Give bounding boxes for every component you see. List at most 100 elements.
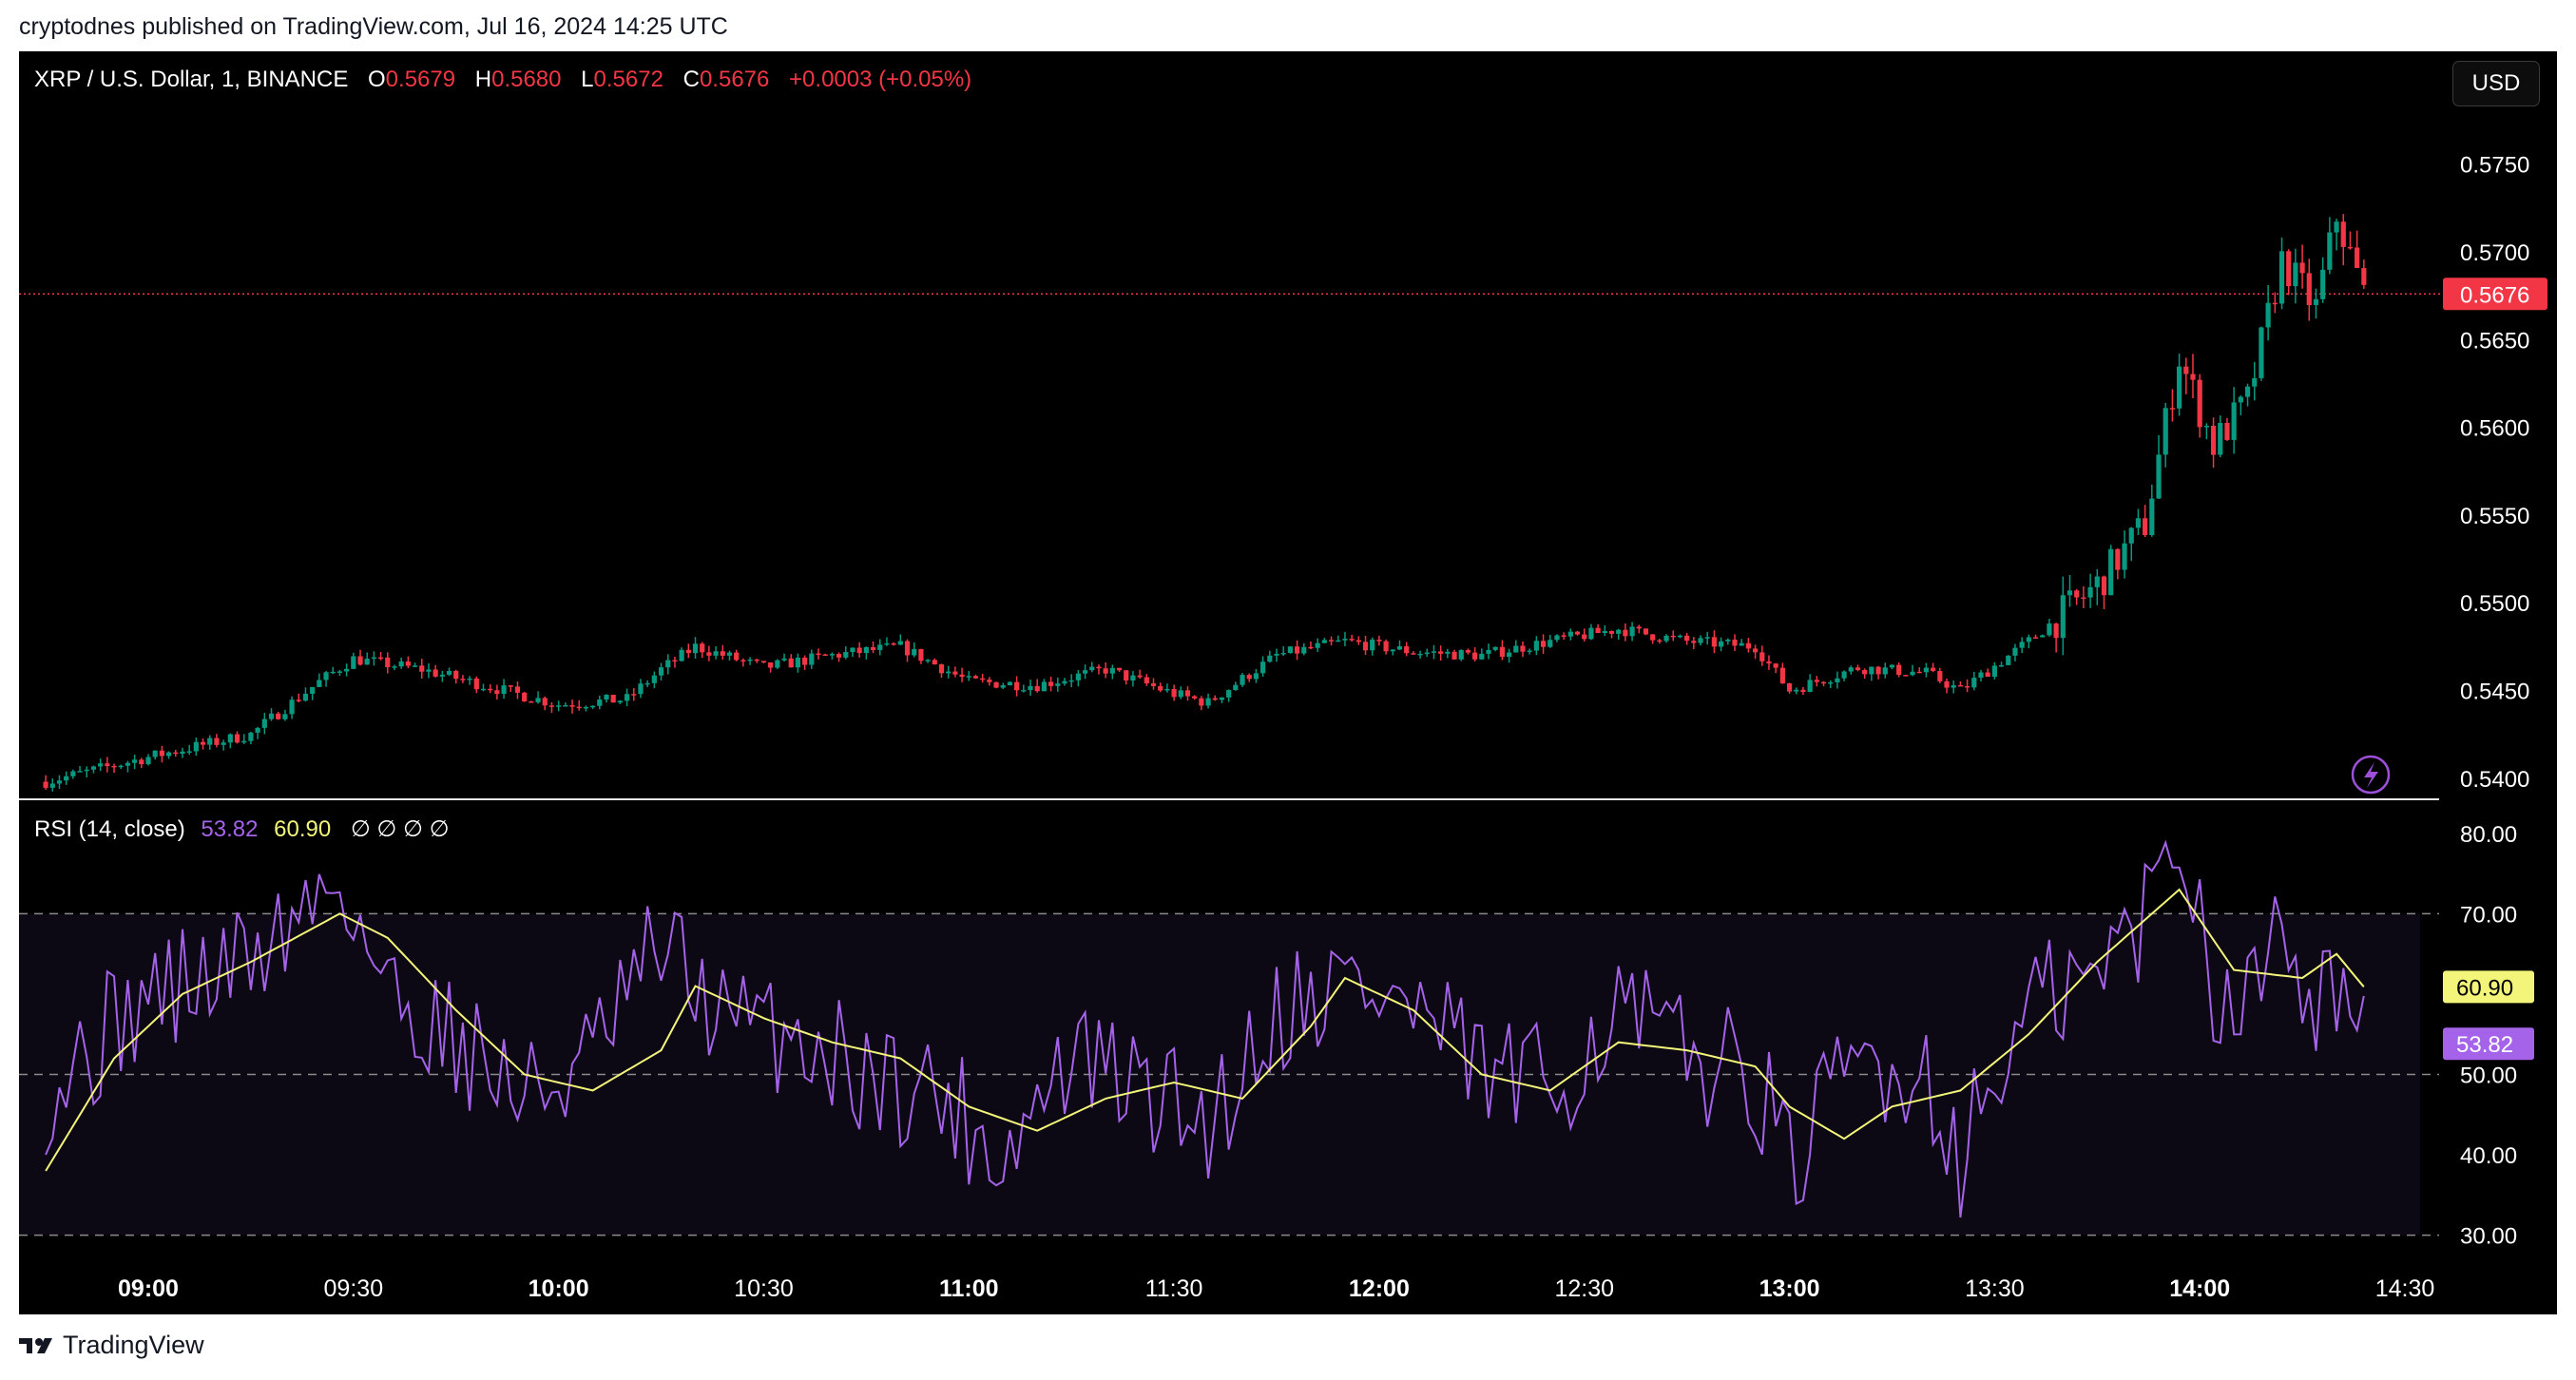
candle-body — [1486, 649, 1491, 654]
low-value: 0.5672 — [593, 67, 663, 92]
candle-body — [1704, 637, 1710, 639]
candle-body — [952, 671, 958, 675]
candle-body — [200, 741, 206, 745]
change-value: +0.0003 (+0.05%) — [789, 67, 972, 92]
candle-body — [2053, 623, 2059, 639]
candle-body — [1889, 664, 1895, 668]
candle-body — [1903, 675, 1909, 677]
time-axis-tick-label: 14:00 — [2169, 1275, 2230, 1302]
candle-body — [1021, 690, 1027, 692]
candle-body — [364, 659, 370, 665]
candle-body — [1759, 652, 1765, 661]
candle-body — [1178, 690, 1183, 698]
lightning-icon — [2351, 755, 2391, 795]
candle-body — [1554, 635, 1560, 641]
candle-body — [1137, 675, 1143, 678]
candle-body — [1882, 667, 1888, 675]
candle-body — [1670, 635, 1676, 638]
candle-body — [165, 752, 172, 757]
candle-body — [351, 656, 356, 669]
candle-body — [843, 652, 849, 658]
candle-body — [1362, 642, 1369, 651]
candle-body — [1862, 669, 1868, 675]
candle-body — [569, 705, 575, 707]
candle-body — [2231, 402, 2237, 440]
candle-body — [583, 706, 589, 709]
candle-body — [720, 651, 725, 656]
candle-body — [740, 660, 746, 661]
candle-body — [1520, 645, 1526, 652]
price-axis-tick-label: 0.5550 — [2460, 504, 2529, 529]
footer-brand[interactable]: TradingView — [19, 1331, 204, 1360]
candle-body — [959, 674, 965, 678]
candle-body — [377, 657, 384, 660]
candle-body — [1472, 652, 1478, 660]
candle-body — [1465, 650, 1471, 653]
candle-body — [302, 693, 309, 701]
candle-body — [1657, 640, 1663, 642]
candle-body — [1711, 637, 1718, 647]
candle-body — [1663, 635, 1669, 642]
candle-body — [1390, 649, 1395, 652]
candle-body — [1280, 653, 1286, 655]
candle-body — [1253, 673, 1259, 680]
candle-body — [644, 682, 650, 685]
chart-canvas[interactable]: 0.5750 0.5700 0.5650 0.5600 0.5550 0.5500 0.54… — [0, 0, 2576, 1380]
candle-body — [1417, 653, 1423, 656]
rsi-axis-tick-label: 40.00 — [2460, 1143, 2517, 1169]
candle-body — [310, 686, 316, 694]
candle-body — [946, 671, 952, 674]
candle-body — [317, 680, 322, 687]
candle-body — [850, 647, 855, 653]
candle-body — [1445, 651, 1451, 654]
price-axis-tick-label: 0.5400 — [2460, 767, 2529, 793]
candle-body — [1725, 640, 1731, 642]
candle-body — [891, 642, 896, 645]
candle-body — [405, 661, 411, 666]
candle-body — [1424, 652, 1430, 655]
candle-body — [1458, 650, 1464, 660]
time-axis-tick-label: 10:30 — [734, 1275, 794, 1302]
candle-body — [276, 713, 281, 719]
candle-body — [467, 678, 472, 680]
low-label: L — [581, 67, 594, 92]
symbol-header: XRP / U.S. Dollar, 1, BINANCE O0.5679 H0… — [34, 67, 971, 93]
candle-body — [788, 658, 794, 668]
candle-body — [2306, 273, 2312, 305]
currency-button[interactable]: USD — [2452, 61, 2540, 106]
candle-body — [1650, 634, 1656, 641]
rsi-placeholders: ∅ ∅ ∅ ∅ — [350, 816, 450, 842]
candle-body — [1075, 673, 1081, 680]
rsi-axis-tick-label: 70.00 — [2460, 902, 2517, 928]
candle-body — [1349, 639, 1355, 641]
candle-body — [672, 660, 678, 662]
candle-body — [2060, 595, 2066, 639]
rsi-ma-value: 60.90 — [274, 816, 332, 842]
last-price-label: 0.5676 — [2460, 282, 2529, 308]
candle-body — [1800, 689, 1806, 692]
candle-body — [2040, 635, 2046, 638]
candle-body — [576, 706, 582, 709]
candle-body — [754, 659, 759, 661]
candle-body — [2244, 386, 2251, 397]
candle-body — [132, 759, 138, 763]
candle-body — [2183, 366, 2189, 374]
candle-body — [1910, 671, 1915, 676]
candle-body — [556, 705, 562, 707]
candle-body — [795, 657, 801, 668]
close-label: C — [682, 67, 700, 92]
rsi-axis-tick-label: 30.00 — [2460, 1224, 2517, 1250]
time-axis-tick-label: 13:30 — [1965, 1275, 2025, 1302]
candle-body — [2293, 262, 2298, 287]
candle-body — [330, 671, 336, 674]
candle-body — [1971, 678, 1977, 688]
candle-body — [1779, 667, 1785, 684]
candle-body — [173, 752, 179, 755]
candle-body — [139, 759, 144, 765]
candle-body — [535, 698, 541, 702]
candle-body — [987, 680, 992, 682]
candle-body — [1623, 629, 1628, 637]
candle-body — [1533, 641, 1539, 651]
candle-body — [1745, 642, 1751, 649]
candle-body — [241, 740, 247, 743]
